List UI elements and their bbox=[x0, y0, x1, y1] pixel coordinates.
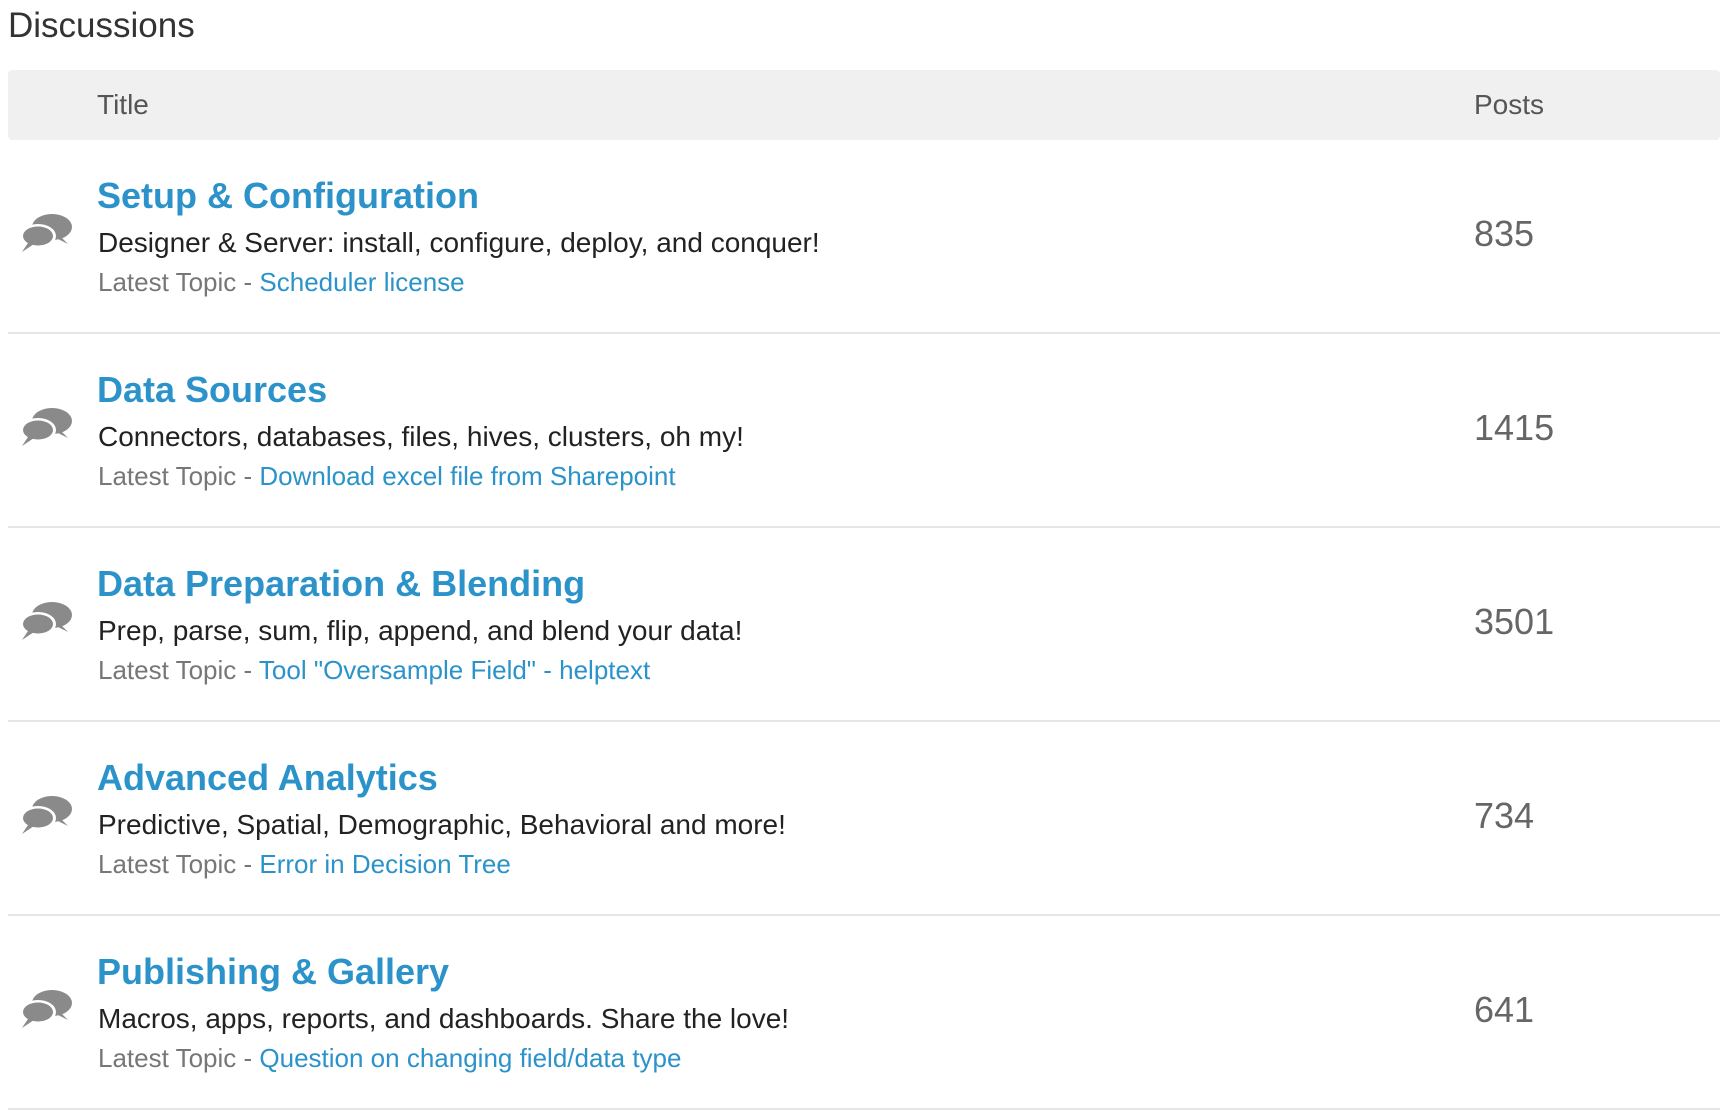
latest-topic: Latest Topic - Error in Decision Tree bbox=[98, 847, 511, 881]
latest-topic-link[interactable]: Scheduler license bbox=[259, 267, 464, 297]
latest-topic: Latest Topic - Download excel file from … bbox=[98, 459, 676, 493]
speech-bubbles-icon bbox=[20, 602, 72, 640]
forum-title-link[interactable]: Publishing & Gallery bbox=[97, 950, 449, 994]
latest-topic: Latest Topic - Scheduler license bbox=[98, 265, 465, 299]
latest-topic-label: Latest Topic - bbox=[98, 267, 260, 297]
forum-title-link[interactable]: Data Preparation & Blending bbox=[97, 562, 585, 606]
forum-description: Connectors, databases, files, hives, clu… bbox=[98, 421, 744, 452]
post-count: 3501 bbox=[1474, 601, 1555, 642]
forum-title-link[interactable]: Data Sources bbox=[97, 368, 327, 412]
latest-topic-label: Latest Topic - bbox=[98, 461, 260, 491]
speech-bubbles-icon bbox=[20, 796, 72, 834]
latest-topic-link[interactable]: Tool "Oversample Field" - helptext bbox=[259, 655, 650, 685]
speech-bubbles-icon bbox=[20, 408, 72, 446]
latest-topic-link[interactable]: Question on changing field/data type bbox=[259, 1043, 681, 1073]
latest-topic: Latest Topic - Tool "Oversample Field" -… bbox=[98, 653, 650, 687]
forum-title-link[interactable]: Setup & Configuration bbox=[97, 174, 479, 218]
post-count: 1415 bbox=[1474, 407, 1555, 448]
latest-topic: Latest Topic - Question on changing fiel… bbox=[98, 1041, 681, 1075]
column-header-title: Title bbox=[97, 89, 149, 120]
column-header-posts: Posts bbox=[1474, 89, 1545, 120]
speech-bubbles-icon bbox=[20, 990, 72, 1028]
table-row: Setup & Configuration Designer & Server:… bbox=[8, 140, 1720, 334]
latest-topic-link[interactable]: Error in Decision Tree bbox=[259, 849, 510, 879]
speech-bubbles-icon bbox=[20, 214, 72, 252]
latest-topic-label: Latest Topic - bbox=[98, 1043, 260, 1073]
forum-title-link[interactable]: Advanced Analytics bbox=[97, 756, 438, 800]
post-count: 641 bbox=[1474, 989, 1535, 1030]
post-count: 734 bbox=[1474, 795, 1535, 836]
table-row: Data Preparation & Blending Prep, parse,… bbox=[8, 528, 1720, 722]
forum-description: Designer & Server: install, configure, d… bbox=[98, 227, 820, 258]
forum-description: Predictive, Spatial, Demographic, Behavi… bbox=[98, 809, 786, 840]
table-row: Advanced Analytics Predictive, Spatial, … bbox=[8, 722, 1720, 916]
forum-description: Prep, parse, sum, flip, append, and blen… bbox=[98, 615, 743, 646]
table-row: Data Sources Connectors, databases, file… bbox=[8, 334, 1720, 528]
table-row: Publishing & Gallery Macros, apps, repor… bbox=[8, 916, 1720, 1110]
table-header: Title Posts bbox=[8, 70, 1720, 140]
discussions-table: Title Posts Setup & Configuration Design… bbox=[8, 70, 1720, 1110]
forum-description: Macros, apps, reports, and dashboards. S… bbox=[98, 1003, 790, 1034]
post-count: 835 bbox=[1474, 213, 1535, 254]
latest-topic-label: Latest Topic - bbox=[98, 849, 260, 879]
page-title: Discussions bbox=[8, 6, 195, 45]
latest-topic-link[interactable]: Download excel file from Sharepoint bbox=[259, 461, 675, 491]
latest-topic-label: Latest Topic - bbox=[98, 655, 259, 685]
